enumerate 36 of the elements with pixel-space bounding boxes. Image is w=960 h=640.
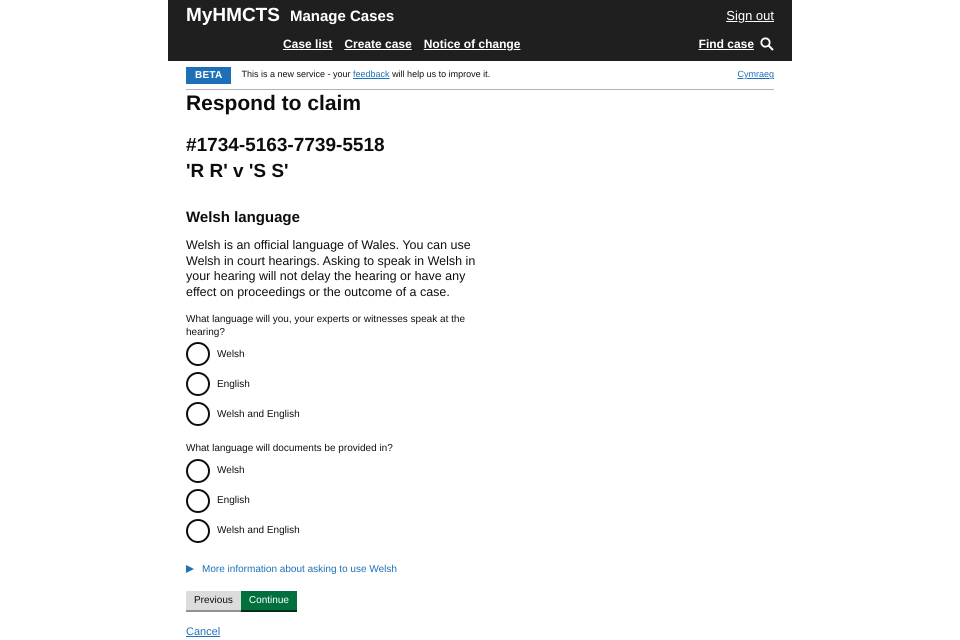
continue-button[interactable]: Continue <box>240 590 297 612</box>
question-label: What language will documents be provided in? <box>186 443 394 456</box>
logo: MyHMCTS <box>186 4 280 28</box>
previous-button[interactable]: Previous <box>186 590 241 612</box>
page-title: Respond to claim <box>186 90 362 116</box>
sign-out-link[interactable]: Sign out <box>726 6 774 26</box>
radio-label[interactable]: Welsh and English <box>217 523 300 538</box>
radio-button[interactable] <box>186 372 210 396</box>
radio-label[interactable]: Welsh <box>217 346 245 362</box>
radio-button[interactable] <box>186 458 210 482</box>
nav-link[interactable]: Create case <box>344 35 412 53</box>
radio-label[interactable]: Welsh and English <box>217 406 300 422</box>
case-name: 'R R' v 'S S' <box>186 160 290 184</box>
cancel-link[interactable]: Cancel <box>186 624 220 640</box>
radio-button[interactable] <box>186 402 210 426</box>
language-link[interactable]: Cymraeg <box>737 68 774 82</box>
radio-label[interactable]: English <box>217 493 250 508</box>
intro-paragraph: Welsh is an official language of Wales. You can use Welsh in court hearings. Asking to speak in Welsh in your hearing will not delay the hearing or have any effect on proceedings or the outcome of a case. <box>186 238 476 300</box>
service-name: Manage Cases <box>290 6 394 27</box>
disclosure-triangle-icon[interactable] <box>186 565 194 573</box>
radio-button[interactable] <box>186 342 210 366</box>
radio-label[interactable]: English <box>217 376 250 392</box>
feedback-link[interactable]: feedback <box>353 69 390 80</box>
case-number: #1734-5163-7739-5518 <box>186 134 386 158</box>
beta-tag: BETA <box>186 66 232 84</box>
radio-button[interactable] <box>186 518 210 542</box>
radio-button[interactable] <box>186 488 210 512</box>
section-title: Welsh language <box>186 208 301 228</box>
details-summary-link[interactable]: More information about asking to use Welsh <box>202 562 397 576</box>
radio-label[interactable]: Welsh <box>217 463 245 478</box>
nav-link[interactable]: Case list <box>283 35 332 53</box>
question-label: What language will you, your experts or witnesses speak at the hearing? <box>186 314 466 339</box>
nav-link[interactable]: Notice of change <box>424 35 520 53</box>
find-case-link[interactable]: Find case <box>698 35 754 53</box>
beta-message: This is a new service - your feedback will help us to improve it. <box>241 68 490 82</box>
search-icon[interactable] <box>760 37 774 51</box>
